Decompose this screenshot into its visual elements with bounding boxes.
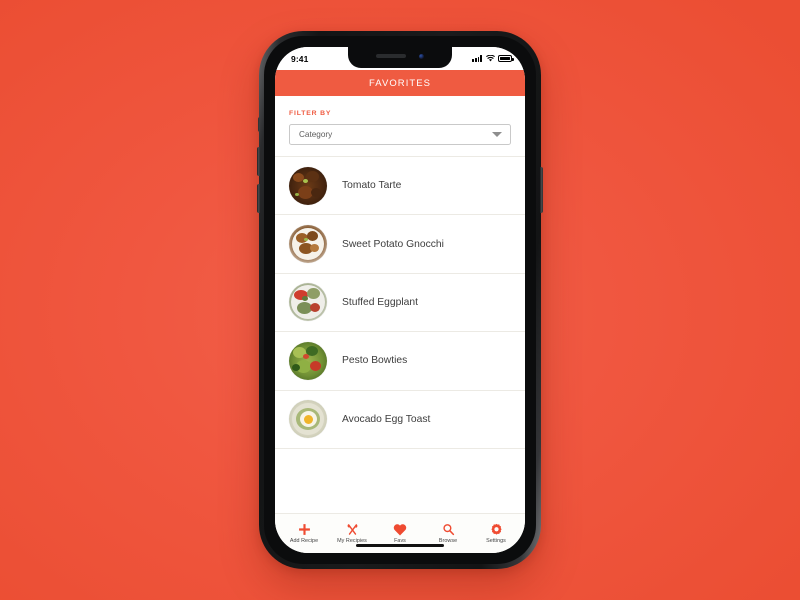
phone-mockup: 9:41 FAVORITES FILTER BY Category Tomato…	[257, 31, 543, 569]
tab-bar: Add Recipe My Recipies Favs Browse Setti…	[275, 513, 525, 553]
wifi-icon	[485, 55, 495, 62]
recipe-name: Stuffed Eggplant	[342, 296, 418, 308]
recipe-thumbnail	[289, 225, 327, 264]
gear-icon	[490, 523, 503, 536]
notch	[348, 47, 452, 68]
recipe-list: Tomato Tarte Sweet Potato Gnocchi Stuffe…	[275, 156, 525, 513]
volume-up-button[interactable]	[257, 147, 260, 176]
search-icon	[442, 523, 455, 536]
status-time: 9:41	[291, 53, 309, 64]
recipe-list-item[interactable]: Tomato Tarte	[275, 157, 525, 216]
filter-by-label: FILTER BY	[289, 110, 332, 117]
status-icons	[472, 55, 514, 62]
recipe-list-item[interactable]: Pesto Bowties	[275, 332, 525, 391]
signal-icon	[472, 55, 482, 62]
home-indicator[interactable]	[356, 543, 444, 547]
app-header: FAVORITES	[275, 70, 525, 96]
utensils-icon	[346, 523, 359, 536]
recipe-thumbnail	[289, 400, 327, 439]
recipe-name: Avocado Egg Toast	[342, 413, 431, 425]
volume-down-button[interactable]	[257, 184, 260, 213]
speaker-grille-icon	[376, 54, 406, 58]
battery-icon	[498, 55, 514, 62]
recipe-name: Pesto Bowties	[342, 355, 408, 367]
tab-label: Add Recipe	[289, 538, 319, 545]
recipe-list-item[interactable]: Stuffed Eggplant	[275, 273, 525, 333]
tab-label: Settings	[486, 538, 506, 545]
front-camera-icon	[419, 53, 424, 59]
battery-fill	[500, 57, 510, 60]
phone-screen: 9:41 FAVORITES FILTER BY Category Tomato…	[275, 47, 525, 553]
heart-icon	[393, 523, 407, 536]
recipe-thumbnail	[289, 341, 327, 380]
category-select-value: Category	[299, 130, 333, 139]
chevron-down-icon	[492, 132, 502, 137]
filter-section: FILTER BY Category	[275, 96, 525, 156]
power-button[interactable]	[540, 167, 543, 213]
recipe-name: Tomato Tarte	[342, 180, 402, 192]
tab-settings[interactable]: Settings	[474, 523, 519, 545]
recipe-list-item[interactable]: Sweet Potato Gnocchi	[275, 215, 525, 274]
phone-bezel: 9:41 FAVORITES FILTER BY Category Tomato…	[264, 36, 536, 564]
tab-favs[interactable]: Favs	[378, 523, 423, 544]
silent-switch-button[interactable]	[257, 117, 260, 132]
plus-icon	[298, 523, 311, 536]
category-select[interactable]: Category	[289, 124, 511, 145]
tab-browse[interactable]: Browse	[426, 523, 471, 544]
recipe-thumbnail	[289, 166, 327, 205]
recipe-thumbnail	[289, 283, 327, 322]
tab-add-recipe[interactable]: Add Recipe	[282, 523, 327, 545]
recipe-name: Sweet Potato Gnocchi	[342, 238, 444, 250]
tab-my-recipies[interactable]: My Recipies	[330, 523, 375, 544]
recipe-list-item[interactable]: Avocado Egg Toast	[275, 390, 525, 449]
page-title: FAVORITES	[368, 77, 432, 89]
